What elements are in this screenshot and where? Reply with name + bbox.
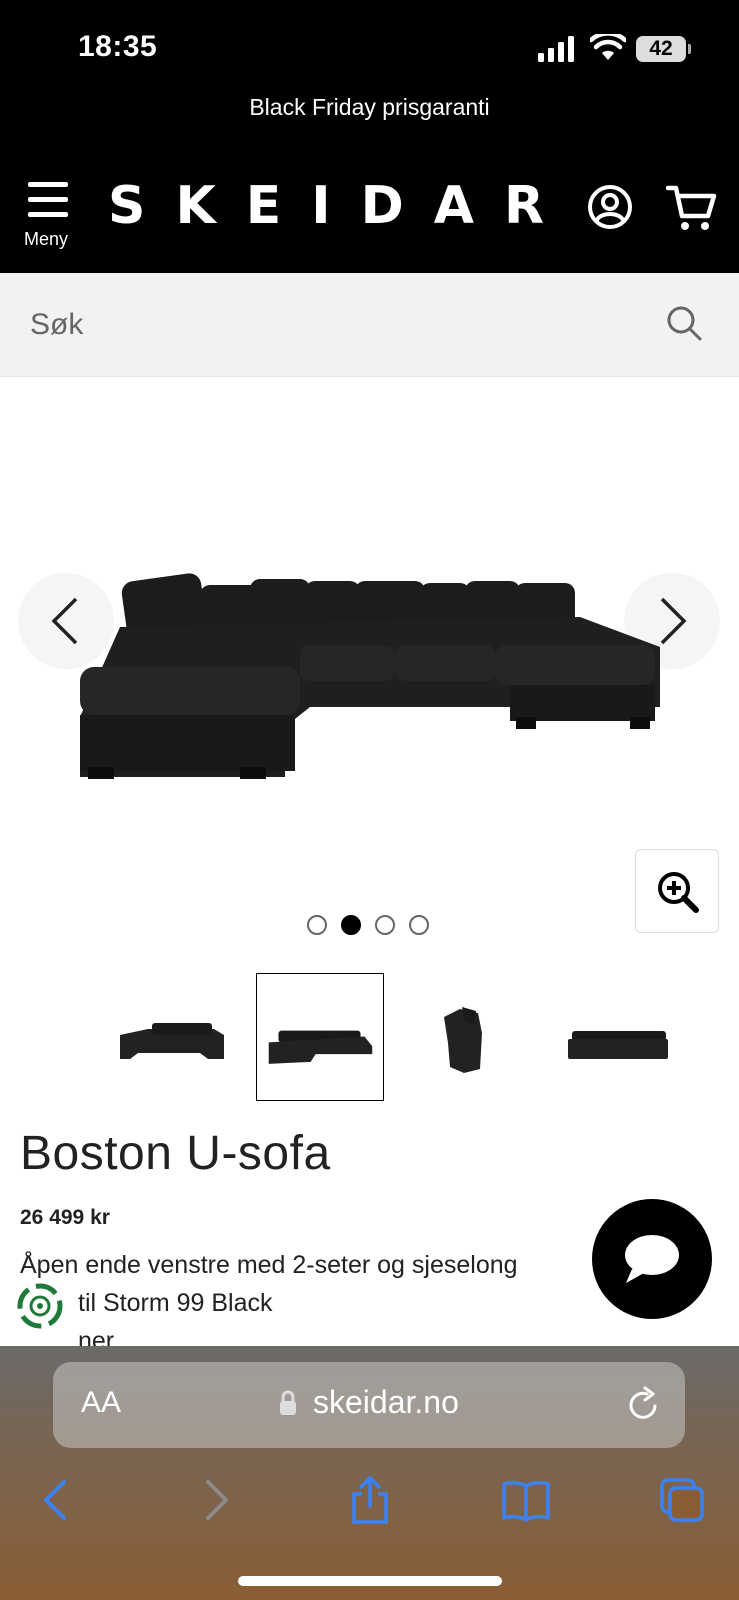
pagination-dot-4[interactable] [409,915,429,935]
site-logo[interactable]: SKEIDAR [108,176,574,236]
promo-banner[interactable]: Black Friday prisgaranti [0,90,739,150]
address-bar[interactable]: AA skeidar.no [53,1362,685,1448]
sustainability-badge[interactable] [12,1278,68,1334]
thumbnail-3[interactable] [404,973,532,1101]
description-line-1: Åpen ende venstre med 2-seter og sjeselo… [20,1251,518,1279]
search-input[interactable] [30,299,630,351]
product-gallery [0,377,739,1101]
product-price: 26 499 kr [20,1206,110,1229]
zoom-button[interactable] [635,849,719,933]
thumbnail-4[interactable] [552,973,680,1101]
text-size-button[interactable]: AA [81,1386,121,1420]
promo-text[interactable]: Black Friday prisgaranti [249,94,489,120]
search-bar [0,273,739,377]
pagination-dot-1[interactable] [307,915,327,935]
url-domain[interactable]: skeidar.no [313,1384,459,1421]
thumbnail-1[interactable] [108,973,236,1101]
zoom-in-icon [658,872,699,913]
status-time: 18:35 [78,30,158,63]
bookmarks-icon[interactable] [502,1476,550,1524]
product-image-sofa [80,573,660,779]
chat-button[interactable] [592,1199,712,1319]
forward-arrow-icon[interactable] [190,1476,238,1524]
share-icon[interactable] [346,1476,394,1524]
search-icon[interactable] [664,303,704,343]
lock-icon [280,1390,296,1415]
menu-label: Meny [24,229,69,249]
recycle-icon [17,1283,63,1329]
home-indicator [238,1576,502,1586]
pagination-dot-2[interactable] [341,915,361,935]
hamburger-icon [28,182,68,187]
status-bar: 18:35 42 [0,0,739,90]
back-arrow-icon[interactable] [34,1476,82,1524]
browser-toolbar: AA skeidar.no [0,1346,739,1600]
pagination-dot-3[interactable] [375,915,395,935]
cellular-signal-icon [538,36,574,62]
site-header: Meny SKEIDAR [0,150,739,273]
battery-icon: 42 [636,36,692,62]
thumbnail-strip [108,973,682,1103]
menu-button[interactable]: Meny [20,180,78,252]
product-description: Åpen ende venstre med 2-seter og sjeselo… [20,1246,600,1360]
product-title: Boston U-sofa [20,1127,331,1180]
account-icon[interactable] [587,184,633,230]
tabs-icon[interactable] [658,1476,706,1524]
chat-bubble-icon [625,1235,679,1283]
wifi-icon [590,34,626,60]
thumbnail-2[interactable] [256,973,384,1101]
description-line-2: til Storm 99 Black [78,1289,273,1317]
reload-icon[interactable] [627,1386,661,1422]
cart-icon[interactable] [666,182,718,232]
battery-level: 42 [649,37,673,60]
